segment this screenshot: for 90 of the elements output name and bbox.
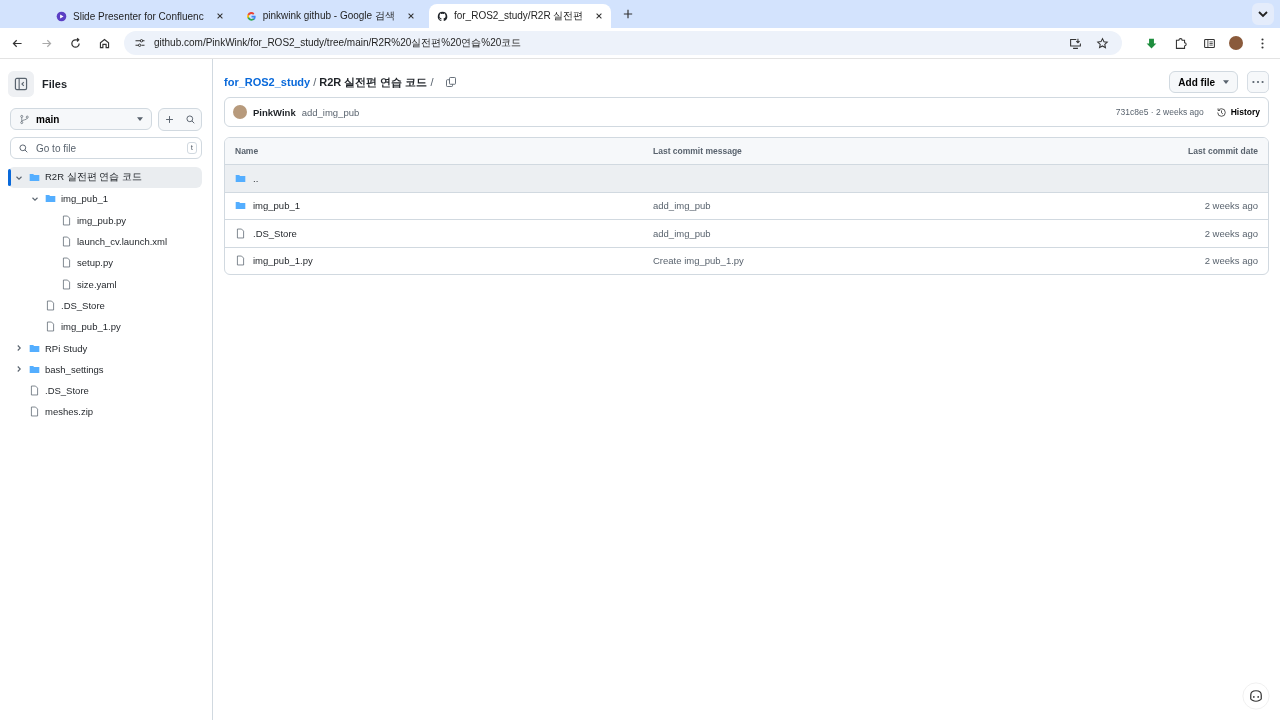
current-folder: R2R 실전편 연습 코드 [319, 74, 428, 90]
repo-link[interactable]: for_ROS2_study [224, 76, 311, 88]
commit-date: 2 weeks ago [1204, 227, 1258, 239]
history-button[interactable]: History [1215, 106, 1260, 118]
bookmark-star-icon[interactable] [1096, 36, 1109, 50]
close-icon[interactable] [406, 12, 415, 20]
install-app-icon[interactable] [1069, 36, 1082, 50]
copy-icon[interactable] [444, 76, 457, 88]
home-icon[interactable] [98, 36, 111, 50]
folder-icon [29, 363, 40, 375]
file-icon [45, 321, 56, 333]
column-header: Name [235, 146, 260, 156]
tree-item[interactable]: .DS_Store [8, 379, 202, 402]
browser-tab[interactable]: Slide Presenter for Confluenc [48, 4, 232, 28]
site-settings-icon[interactable] [134, 37, 146, 49]
tree-item[interactable]: bash_settings [8, 358, 202, 380]
file-icon [29, 406, 40, 418]
folder-icon [235, 200, 246, 212]
author-link[interactable]: PinkWink [253, 106, 296, 118]
file-icon [61, 214, 72, 226]
file-icon [29, 385, 40, 397]
browser-tab[interactable]: pinkwink github - Google 검색 [237, 4, 423, 28]
new-tab-icon[interactable] [623, 9, 634, 19]
copilot-icon[interactable] [1242, 682, 1270, 710]
branch-icon [19, 113, 30, 125]
caret-icon [137, 117, 143, 121]
files-heading: Files [42, 78, 68, 90]
tree-item[interactable]: RPi Study [8, 337, 202, 359]
side-panel-icon[interactable] [1203, 36, 1216, 50]
history-icon [1215, 106, 1227, 118]
commit-meta: 731c8e5 · 2 weeks ago [1115, 107, 1204, 117]
close-icon[interactable] [595, 12, 604, 20]
table-row[interactable]: .DS_Store add_img_pub 2 weeks ago [225, 220, 1268, 248]
path-separator: / [430, 76, 434, 88]
tree-item[interactable]: img_pub.py [8, 209, 202, 231]
tab-title: Slide Presenter for Confluenc [73, 10, 204, 22]
tab-list-icon[interactable] [1252, 3, 1274, 25]
path-separator: / [313, 76, 317, 88]
tree-item[interactable]: img_pub_1 [8, 188, 202, 210]
github-favicon-icon [436, 10, 448, 22]
commit-message-link[interactable]: add_img_pub [301, 106, 360, 118]
commit-date: 2 weeks ago [1204, 255, 1258, 267]
table-row[interactable]: img_pub_1.py Create img_pub_1.py 2 weeks ago [225, 247, 1268, 274]
branch-selector[interactable]: main [10, 108, 152, 130]
file-icon [235, 227, 246, 239]
folder-icon [29, 342, 40, 354]
file-link[interactable]: .. [253, 172, 259, 184]
commit-message-link[interactable]: add_img_pub [653, 200, 711, 212]
file-icon [61, 257, 72, 269]
folder-icon [29, 172, 40, 184]
tree-item[interactable]: img_pub_1.py [8, 316, 202, 338]
slides-favicon-icon [56, 10, 67, 22]
browser-tab[interactable]: for_ROS2_study/R2R 실전편 [428, 4, 612, 28]
author-avatar [233, 105, 247, 119]
tree-item[interactable]: .DS_Store [8, 294, 202, 317]
caret-icon [1223, 80, 1229, 84]
collapse-panel-icon[interactable] [8, 71, 34, 97]
folder-icon [235, 172, 246, 184]
table-row[interactable]: img_pub_1 add_img_pub 2 weeks ago [225, 192, 1268, 220]
file-link[interactable]: .DS_Store [253, 227, 297, 239]
tab-title: pinkwink github - Google 검색 [262, 9, 395, 23]
file-link[interactable]: img_pub_1.py [253, 255, 313, 267]
download-arrow-icon[interactable] [1145, 36, 1158, 50]
folder-icon [45, 193, 56, 205]
puzzle-icon[interactable] [1174, 36, 1187, 50]
file-icon [61, 278, 72, 290]
commit-message-link[interactable]: add_img_pub [653, 227, 711, 239]
file-icon [235, 255, 246, 267]
tree-item[interactable]: size.yaml [8, 273, 202, 295]
file-icon [45, 299, 56, 311]
tree-item[interactable]: setup.py [8, 252, 202, 274]
reload-icon[interactable] [69, 36, 82, 50]
address-bar[interactable]: github.com/PinkWink/for_ROS2_study/tree/main/R2R%20실전편%20연습%20코드 [124, 31, 1122, 55]
column-header: Last commit message [653, 146, 743, 156]
tree-item[interactable]: meshes.zip [8, 401, 202, 423]
search-icon [18, 142, 29, 154]
file-link[interactable]: img_pub_1 [253, 200, 300, 212]
commit-date: 2 weeks ago [1204, 200, 1258, 212]
file-icon [61, 236, 72, 248]
hovered-row[interactable]: .. [225, 165, 1268, 193]
commit-message-link[interactable]: Create img_pub_1.py [653, 255, 744, 267]
tab-title: for_ROS2_study/R2R 실전편 [453, 9, 584, 23]
google-favicon-icon [245, 10, 257, 22]
tree-item[interactable]: R2R 실전편 연습 코드 [8, 167, 202, 189]
add-file-button[interactable]: Add file [1169, 71, 1238, 93]
close-icon[interactable] [215, 12, 224, 20]
profile-avatar[interactable] [1229, 36, 1243, 50]
shortcut-key: t [186, 142, 197, 154]
tree-item[interactable]: launch_cv.launch.xml [8, 230, 202, 253]
column-header: Last commit date [1187, 146, 1258, 156]
